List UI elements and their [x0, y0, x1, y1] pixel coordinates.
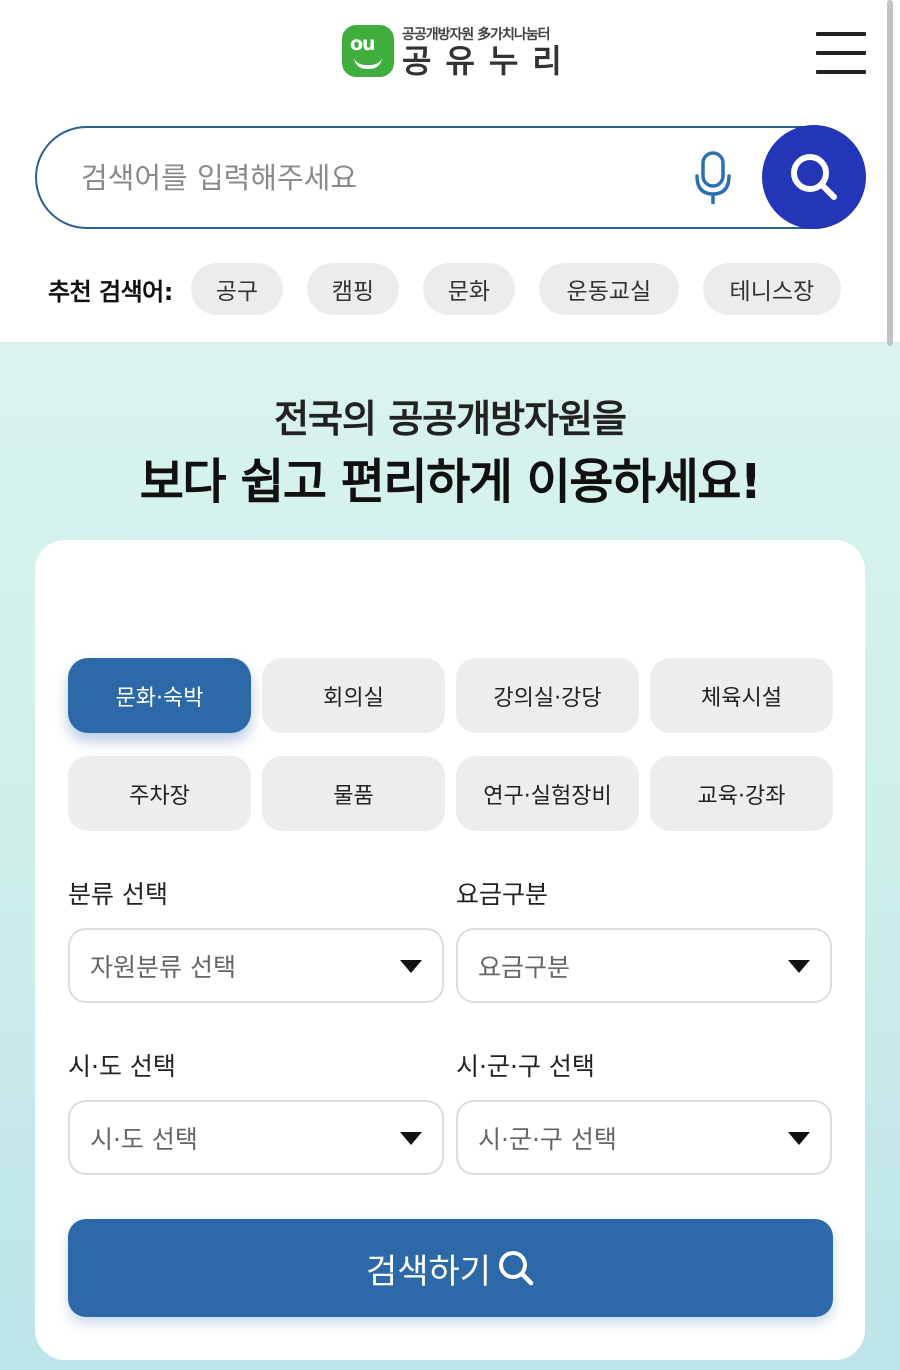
category-culture-lodging[interactable]: 문화·숙박	[68, 658, 251, 733]
category-filter-label: 분류 선택	[68, 880, 168, 909]
logo[interactable]: ou 공공개방자원 多가치나눔터 공유누리	[342, 24, 576, 78]
keyword-chip[interactable]: 캠핑	[306, 263, 399, 315]
header: ou 공공개방자원 多가치나눔터 공유누리	[0, 0, 900, 110]
chevron-down-icon	[788, 1132, 810, 1145]
recommended-label: 추천 검색어:	[48, 277, 173, 306]
search-bar	[35, 125, 866, 229]
logo-title: 공유누리	[402, 42, 576, 80]
category-goods[interactable]: 물품	[262, 756, 445, 831]
category-select-value: 자원분류 선택	[90, 952, 236, 982]
search-button[interactable]	[762, 125, 866, 229]
province-select-value: 시·도 선택	[90, 1124, 198, 1154]
keyword-chip[interactable]: 테니스장	[702, 263, 841, 315]
logo-subtitle: 공공개방자원 多가치나눔터	[402, 27, 551, 43]
fee-select-value: 요금구분	[478, 952, 571, 982]
chevron-down-icon	[788, 960, 810, 973]
fee-select[interactable]: 요금구분	[456, 928, 832, 1003]
fee-filter-label: 요금구분	[456, 880, 549, 909]
search-icon	[499, 1251, 534, 1286]
headline-line-2: 보다 쉽고 편리하게 이용하세요!	[139, 454, 762, 510]
scrollbar[interactable]	[887, 0, 893, 346]
headline-line-1: 전국의 공공개방자원을	[274, 397, 627, 441]
district-filter-label: 시·군·구 선택	[456, 1052, 595, 1081]
category-research-equipment[interactable]: 연구·실험장비	[456, 756, 639, 831]
recommended-keywords: 추천 검색어: 공구 캠핑 문화 운동교실 테니스장	[48, 262, 841, 316]
keyword-chip[interactable]: 문화	[422, 263, 515, 315]
category-meeting-room[interactable]: 회의실	[262, 658, 445, 733]
district-select[interactable]: 시·군·구 선택	[456, 1100, 832, 1175]
search-submit-label: 검색하기	[365, 1251, 492, 1292]
search-input[interactable]	[81, 152, 661, 204]
chevron-down-icon	[400, 960, 422, 973]
district-select-value: 시·군·구 선택	[478, 1124, 617, 1154]
microphone-icon[interactable]	[693, 150, 733, 206]
province-filter-label: 시·도 선택	[68, 1052, 176, 1081]
chevron-down-icon	[400, 1132, 422, 1145]
category-sports-facility[interactable]: 체육시설	[650, 658, 833, 733]
category-education[interactable]: 교육·강좌	[650, 756, 833, 831]
category-parking[interactable]: 주차장	[68, 756, 251, 831]
keyword-chip[interactable]: 공구	[190, 263, 283, 315]
category-lecture-hall[interactable]: 강의실·강당	[456, 658, 639, 733]
search-submit-button[interactable]: 검색하기	[68, 1219, 833, 1317]
province-select[interactable]: 시·도 선택	[68, 1100, 444, 1175]
keyword-chip[interactable]: 운동교실	[538, 263, 679, 315]
logo-mark-text: ou	[350, 33, 376, 55]
logo-mark-icon: ou	[342, 25, 394, 77]
hamburger-menu-icon[interactable]	[816, 30, 866, 76]
search-icon	[791, 154, 837, 200]
category-select[interactable]: 자원분류 선택	[68, 928, 444, 1003]
